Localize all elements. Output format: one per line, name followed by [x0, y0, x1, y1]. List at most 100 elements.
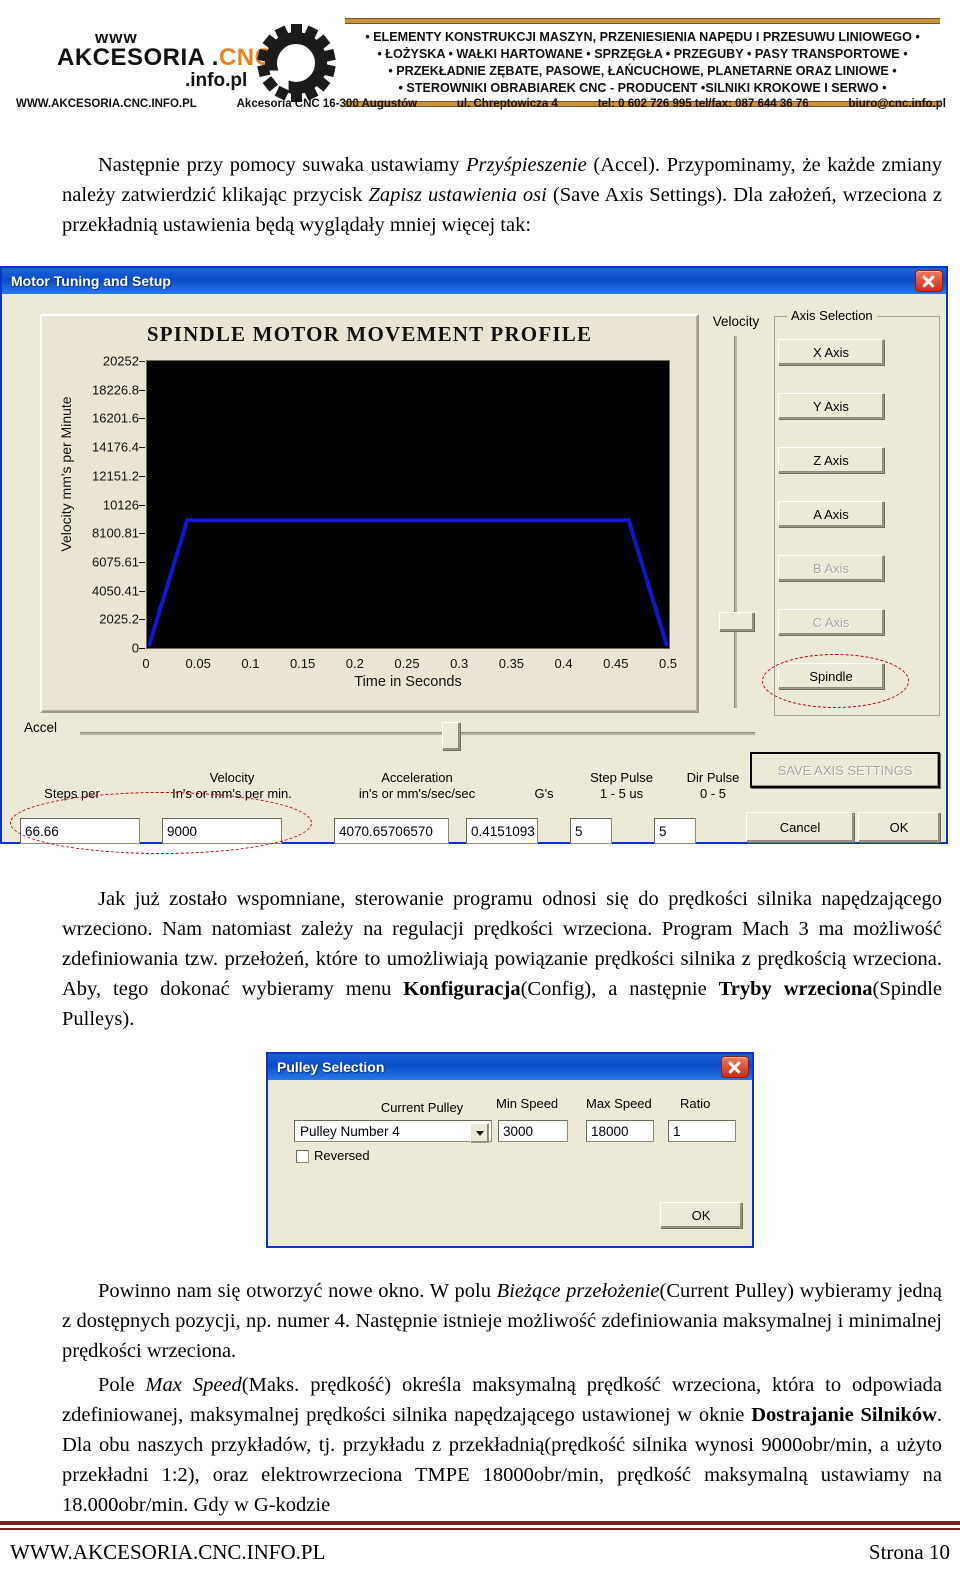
min-speed-input[interactable]: 3000	[498, 1120, 568, 1142]
ratio-input[interactable]: 1	[668, 1120, 736, 1142]
contact-phone: tel: 0 602 726 995 tel/fax: 087 644 36 7…	[597, 98, 809, 110]
chart-y-tick-label: 10126	[102, 497, 139, 512]
slogan-line: • ELEMENTY KONSTRUKCJI MASZYN, PRZENIESI…	[365, 30, 920, 44]
step-pulse-input[interactable]: 5	[570, 818, 612, 844]
chart-x-tick-label: 0.05	[185, 656, 211, 671]
paragraph-1: Następnie przy pomocy suwaka ustawiamy P…	[62, 150, 942, 240]
velocity-slider-track[interactable]	[734, 336, 737, 708]
axis-button-x[interactable]: X Axis	[778, 339, 884, 365]
p3-italic-1: Bieżące przełożenie	[496, 1280, 660, 1302]
pulley-ok-button[interactable]: OK	[660, 1202, 742, 1228]
banner-slogans: • ELEMENTY KONSTRUKCJI MASZYN, PRZENIESI…	[345, 24, 940, 101]
velocity-slider-thumb[interactable]	[719, 612, 754, 631]
logo-domain-text: .info.pl	[185, 70, 248, 91]
axis-selection-label: Axis Selection	[787, 308, 877, 323]
p2-bold-2: Tryby wrzeciona	[718, 978, 873, 1000]
steps-per-label: Steps per	[44, 786, 100, 801]
ratio-label: Ratio	[680, 1096, 711, 1111]
velocity-input[interactable]: 9000	[162, 818, 282, 844]
chart-title: SPINDLE MOTOR MOVEMENT PROFILE	[146, 322, 593, 346]
chart-y-tick-mark	[139, 533, 145, 535]
company-logo: www AKCESORIA .CNC .info.pl	[55, 22, 336, 102]
contact-email: biuro@cnc.info.pl	[848, 98, 946, 110]
chart-y-tick-mark	[139, 561, 145, 563]
chart-y-tick-label: 2025.2	[99, 611, 139, 627]
reversed-label: Reversed	[314, 1148, 370, 1163]
footer-website: WWW.AKCESORIA.CNC.INFO.PL	[10, 1540, 326, 1564]
page-footer: WWW.AKCESORIA.CNC.INFO.PL Strona 10	[10, 1540, 950, 1565]
gs-input[interactable]: 0.4151093	[466, 818, 538, 844]
axis-button-c: C Axis	[778, 609, 884, 635]
current-pulley-select[interactable]: Pulley Number 4	[294, 1120, 492, 1143]
chart-y-tick-mark	[139, 418, 145, 420]
max-speed-label: Max Speed	[586, 1096, 652, 1111]
contact-website: WWW.AKCESORIA.CNC.INFO.PL	[16, 98, 197, 110]
chart-y-tick-label: 8100.81	[92, 525, 139, 541]
dir-pulse-label: Dir Pulse 0 - 5	[686, 770, 740, 801]
max-speed-input[interactable]: 18000	[586, 1120, 654, 1142]
gs-label: G's	[534, 786, 554, 801]
motor-window-body: SPINDLE MOTOR MOVEMENT PROFILE Velocity …	[2, 294, 946, 854]
pulley-window-titlebar: Pulley Selection	[268, 1054, 752, 1080]
current-pulley-value: Pulley Number 4	[300, 1123, 400, 1139]
acceleration-input[interactable]: 4070.65706570	[334, 818, 449, 844]
close-icon[interactable]	[721, 1056, 749, 1078]
p1-text-1: Następnie przy pomocy suwaka ustawiamy	[98, 154, 467, 176]
axis-button-y[interactable]: Y Axis	[778, 393, 884, 419]
logo-name: AKCESORIA .	[57, 44, 219, 71]
steps-per-input[interactable]: 66.66	[20, 818, 140, 844]
velocity-label: Velocity In's or mm's per min.	[172, 770, 292, 801]
chart-y-tick-mark	[139, 389, 145, 391]
cancel-button[interactable]: Cancel	[746, 812, 854, 842]
chart-y-tick-label: 18226.8	[92, 382, 139, 398]
chart-y-tick-mark	[139, 447, 145, 449]
p1-italic-1: Przyśpieszenie	[466, 154, 587, 176]
chart-y-tick-label: 14176.4	[92, 439, 139, 455]
velocity-slider-group: Velocity	[705, 312, 767, 712]
pulley-selection-window: Pulley Selection Current Pulley Min Spee…	[266, 1052, 754, 1248]
velocity-profile-line	[147, 518, 669, 647]
slogan-line: • STEROWNIKI OBRABIAREK CNC - PRODUCENT …	[398, 81, 887, 95]
chart-x-tick-label: 0.25	[394, 656, 420, 671]
chart-y-tick-label: 20252	[102, 353, 139, 369]
acceleration-label: Acceleration in's or mm's/sec/sec	[358, 770, 476, 801]
chart-x-tick-label: 0	[142, 656, 150, 671]
min-speed-label: Min Speed	[496, 1096, 559, 1111]
close-icon[interactable]	[915, 270, 943, 292]
page-header-banner: www AKCESORIA .CNC .info.pl • ELEMENTY K…	[0, 0, 960, 128]
dir-pulse-input[interactable]: 5	[654, 818, 696, 844]
axis-button-spindle[interactable]: Spindle	[778, 663, 884, 689]
chevron-down-icon[interactable]	[470, 1123, 489, 1143]
chart-plot-area	[146, 360, 670, 649]
chart-y-tick-label: 4050.41	[92, 583, 139, 599]
chart-x-tick-label: 0.5	[658, 656, 678, 671]
save-axis-settings-button[interactable]: SAVE AXIS SETTINGS	[750, 752, 940, 788]
motor-tuning-window: Motor Tuning and Setup SPINDLE MOTOR MOV…	[0, 266, 948, 854]
ok-button[interactable]: OK	[858, 812, 940, 842]
motor-window-titlebar: Motor Tuning and Setup	[2, 268, 946, 294]
p4-text-1: Pole	[98, 1374, 146, 1396]
axis-selection-group: Axis Selection X Axis Y Axis Z Axis A Ax…	[774, 308, 940, 716]
footer-page-number: Strona 10	[868, 1540, 950, 1564]
p4-italic-1: Max Speed	[145, 1374, 242, 1396]
pulley-window-body: Current Pulley Min Speed Max Speed Ratio…	[268, 1080, 752, 1246]
motor-window-title: Motor Tuning and Setup	[11, 273, 171, 289]
contact-company: Akcesoria CNC 16-300 Augustów	[236, 98, 418, 110]
axis-button-a[interactable]: A Axis	[778, 501, 884, 527]
axis-button-z[interactable]: Z Axis	[778, 447, 884, 473]
banner-slogan-block: • ELEMENTY KONSTRUKCJI MASZYN, PRZENIESI…	[345, 18, 940, 107]
p3-text-1: Powinno nam się otworzyć nowe okno. W po…	[98, 1280, 497, 1302]
pulley-window-title: Pulley Selection	[277, 1059, 385, 1075]
accel-slider-thumb[interactable]	[442, 722, 460, 750]
chart-x-tick-label: 0.35	[498, 656, 525, 671]
chart-y-tick-mark	[139, 648, 145, 649]
chart-y-tick-mark	[139, 619, 145, 621]
chart-x-tick-label: 0.4	[554, 656, 573, 671]
reversed-checkbox[interactable]	[296, 1150, 309, 1163]
accel-slider-track[interactable]	[80, 732, 755, 735]
logo-name-text: AKCESORIA .CNC	[57, 44, 272, 72]
chart-y-tick-mark	[139, 475, 145, 477]
chart-x-tick-label: 0.2	[345, 656, 364, 671]
p2-text-2: (Config), a następnie	[520, 978, 719, 1000]
chart-y-tick-label: 16201.6	[92, 410, 139, 426]
